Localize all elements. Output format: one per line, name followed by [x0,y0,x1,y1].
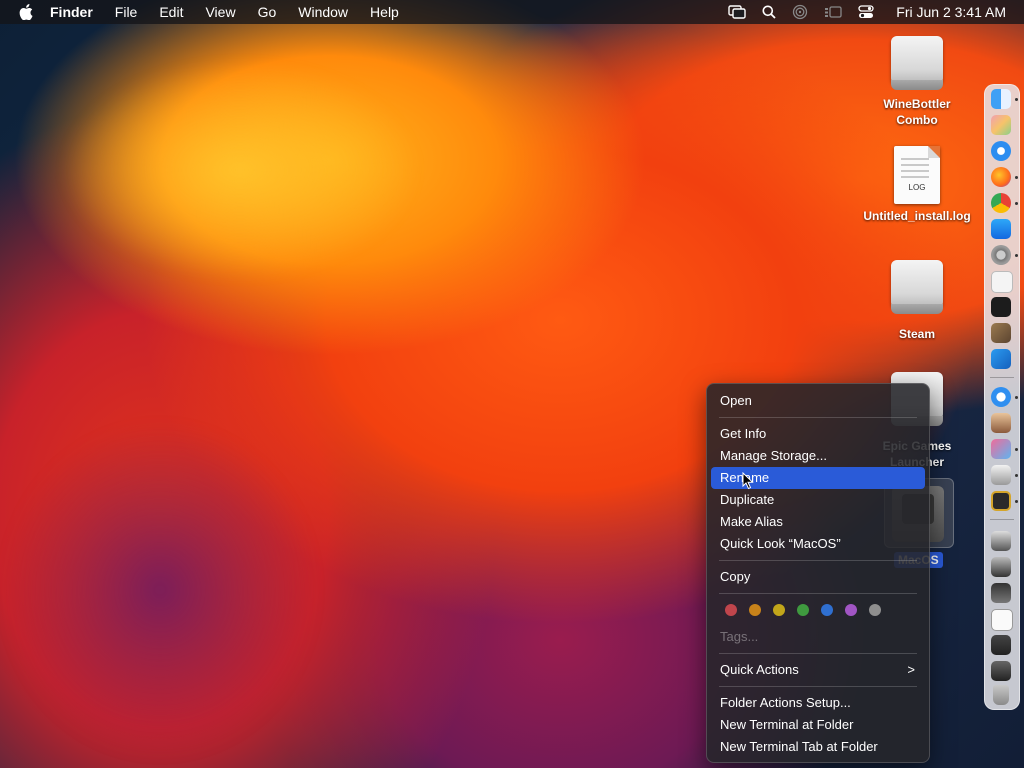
wallpaper-swirl-2 [0,420,320,760]
menu-separator [719,686,917,687]
finder-icon[interactable] [991,89,1011,109]
control-center-icon[interactable] [858,5,874,19]
window-thumb-2[interactable] [991,557,1011,577]
menu-clock[interactable]: Fri Jun 2 3:41 AM [896,4,1006,20]
window-thumb-1[interactable] [991,531,1011,551]
launchpad-icon[interactable] [991,115,1011,135]
chevron-right-icon: > [907,662,915,677]
tag-green[interactable] [797,604,809,616]
trash-icon[interactable] [993,685,1009,705]
menu-tags[interactable]: Tags... [711,626,925,648]
console-icon[interactable] [991,491,1011,511]
search-icon[interactable] [762,5,776,19]
textedit-icon[interactable] [991,271,1013,293]
window-thumb-3[interactable] [991,583,1011,603]
menu-help[interactable]: Help [370,4,399,20]
app-store-icon[interactable] [991,219,1011,239]
safari-icon[interactable] [991,141,1011,161]
menu-get-info[interactable]: Get Info [711,423,925,445]
menu-new-terminal-tab[interactable]: New Terminal Tab at Folder [711,736,925,758]
menu-bar: Finder File Edit View Go Window Help Fri… [0,0,1024,24]
mouse-cursor-icon [742,472,754,490]
menu-make-alias[interactable]: Make Alias [711,511,925,533]
menu-window[interactable]: Window [298,4,348,20]
desktop-icon-label: Steam [898,327,936,341]
firefox-icon[interactable] [991,167,1011,187]
window-thumb-6[interactable] [991,661,1011,681]
script-editor-icon[interactable] [991,323,1011,343]
menu-separator [719,653,917,654]
menu-file[interactable]: File [115,4,138,20]
desktop-icon-install-log[interactable]: LOG Untitled_install.log [862,146,972,224]
external-drive-icon [889,260,945,316]
apple-menu-icon[interactable] [16,0,36,24]
grapher-icon[interactable] [991,439,1011,459]
menu-manage-storage[interactable]: Manage Storage... [711,445,925,467]
desktop-icon-label: Untitled_install.log [863,209,971,223]
tag-yellow[interactable] [773,604,785,616]
tag-purple[interactable] [845,604,857,616]
system-settings-icon[interactable] [991,245,1011,265]
wallpaper-swirl-1 [60,60,420,280]
menu-separator [719,560,917,561]
tag-blue[interactable] [821,604,833,616]
menu-separator [719,593,917,594]
menu-view[interactable]: View [205,4,235,20]
stage-manager-icon[interactable] [824,5,842,19]
disk-utility-icon[interactable] [991,465,1011,485]
menu-app-finder[interactable]: Finder [50,4,93,20]
tag-red[interactable] [725,604,737,616]
terminal-icon[interactable] [991,297,1011,317]
menu-duplicate[interactable]: Duplicate [711,489,925,511]
screen-mirroring-icon[interactable] [728,5,746,19]
menu-edit[interactable]: Edit [159,4,183,20]
tag-orange[interactable] [749,604,761,616]
vscode-icon[interactable] [991,349,1011,369]
app-icon[interactable] [991,387,1011,407]
desktop-icon-label: WineBottler Combo [883,97,951,127]
log-badge: LOG [908,183,926,192]
menu-new-terminal[interactable]: New Terminal at Folder [711,714,925,736]
context-menu: Open Get Info Manage Storage... Rename D… [706,383,930,763]
menu-copy[interactable]: Copy [711,566,925,588]
menu-quick-actions[interactable]: Quick Actions > [711,659,925,681]
log-file-icon: LOG [894,146,940,204]
menu-separator [719,417,917,418]
external-drive-icon [889,36,945,92]
menu-open[interactable]: Open [711,390,925,412]
desktop-icon-steam[interactable]: Steam [862,260,972,342]
chrome-icon[interactable] [991,193,1011,213]
menu-folder-actions-setup[interactable]: Folder Actions Setup... [711,692,925,714]
tag-gray[interactable] [869,604,881,616]
window-thumb-4[interactable] [991,609,1013,631]
desktop-icon-winebottler[interactable]: WineBottler Combo [862,36,972,128]
menu-quick-actions-label: Quick Actions [720,662,799,677]
menu-quick-look[interactable]: Quick Look “MacOS” [711,533,925,555]
window-thumb-5[interactable] [991,635,1011,655]
airdrop-icon[interactable] [792,4,808,20]
dock [984,84,1020,710]
wine-icon[interactable] [991,413,1011,433]
menu-go[interactable]: Go [258,4,277,20]
